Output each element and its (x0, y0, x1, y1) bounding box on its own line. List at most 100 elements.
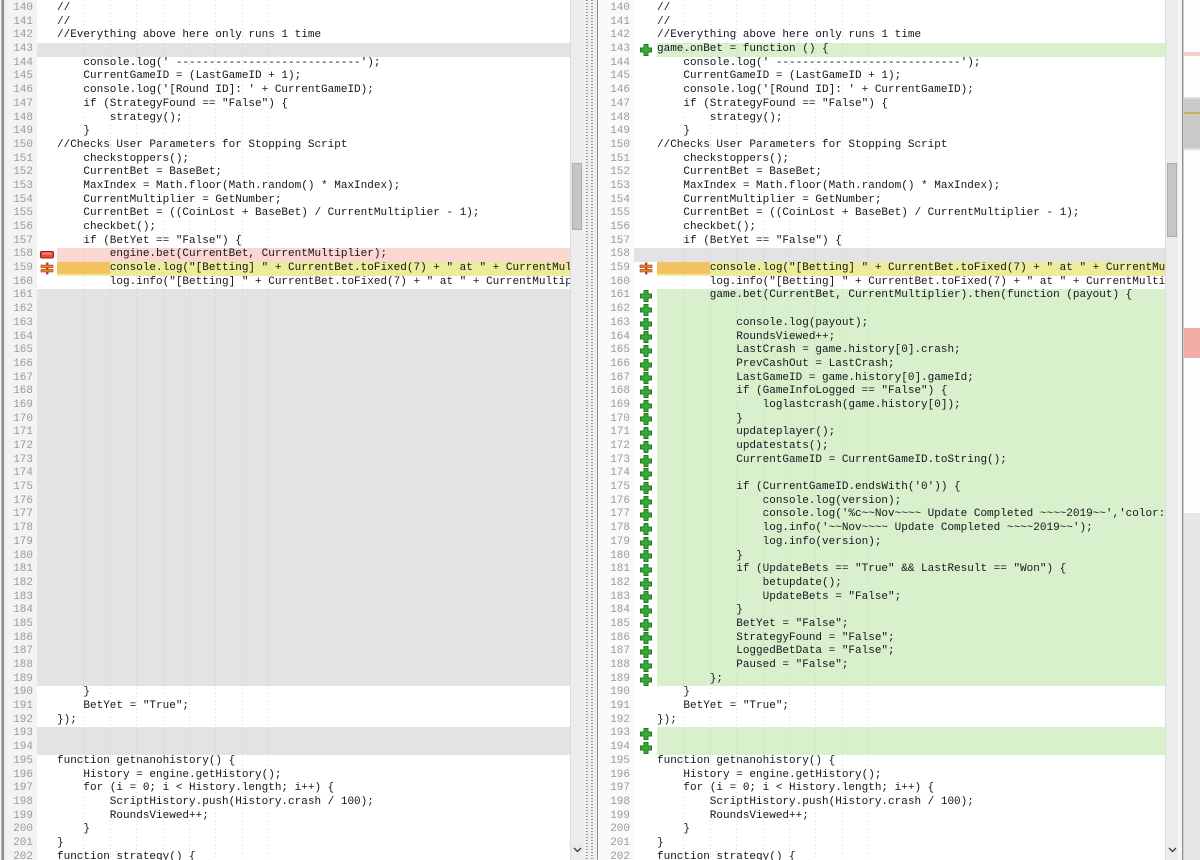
right-vertical-scrollbar[interactable] (1165, 0, 1178, 860)
code-line[interactable]: engine.bet(CurrentBet, CurrentMultiplier… (57, 248, 570, 262)
code-line[interactable]: //Everything above here only runs 1 time (657, 29, 1165, 43)
code-line[interactable] (57, 317, 570, 331)
code-line[interactable] (657, 741, 1165, 755)
code-line[interactable]: if (BetYet == "False") { (57, 235, 570, 249)
code-line[interactable] (57, 508, 570, 522)
code-line[interactable]: if (StrategyFound == "False") { (657, 98, 1165, 112)
code-line[interactable]: if (UpdateBets == "True" && LastResult =… (657, 563, 1165, 577)
code-line[interactable] (57, 727, 570, 741)
code-line[interactable]: console.log(version); (657, 495, 1165, 509)
code-line[interactable]: updatestats(); (657, 440, 1165, 454)
code-line[interactable]: game.onBet = function () { (657, 43, 1165, 57)
code-line[interactable]: MaxIndex = Math.floor(Math.random() * Ma… (657, 180, 1165, 194)
code-line[interactable] (57, 467, 570, 481)
code-line[interactable]: log.info("[Betting] " + CurrentBet.toFix… (657, 276, 1165, 290)
overview-removed-marker[interactable] (1184, 328, 1200, 358)
code-line[interactable]: } (57, 125, 570, 139)
code-line[interactable] (57, 481, 570, 495)
code-line[interactable]: History = engine.getHistory(); (57, 769, 570, 783)
code-line[interactable]: function getnanohistory() { (657, 755, 1165, 769)
code-line[interactable] (57, 604, 570, 618)
right-scrollbar-thumb[interactable] (1167, 163, 1177, 237)
right-code-area[interactable]: //////Everything above here only runs 1 … (657, 0, 1165, 860)
code-line[interactable]: LastGameID = game.history[0].gameId; (657, 372, 1165, 386)
scroll-down-arrow-icon[interactable] (1168, 845, 1177, 857)
code-line[interactable]: //Checks User Parameters for Stopping Sc… (657, 139, 1165, 153)
code-line[interactable] (57, 413, 570, 427)
diff-overview-bar[interactable] (1183, 0, 1200, 860)
code-line[interactable]: BetYet = "True"; (657, 700, 1165, 714)
overview-track[interactable] (1184, 0, 1200, 513)
code-line[interactable]: CurrentGameID = (LastGameID + 1); (57, 70, 570, 84)
code-line[interactable]: console.log(payout); (657, 317, 1165, 331)
code-line[interactable] (57, 618, 570, 632)
code-line[interactable] (57, 659, 570, 673)
code-line[interactable]: BetYet = "True"; (57, 700, 570, 714)
code-line[interactable]: CurrentMultiplier = GetNumber; (657, 194, 1165, 208)
code-line[interactable]: CurrentBet = ((CoinLost + BaseBet) / Cur… (57, 207, 570, 221)
code-line[interactable]: RoundsViewed++; (57, 810, 570, 824)
code-line[interactable]: ScriptHistory.push(History.crash / 100); (57, 796, 570, 810)
code-line[interactable] (57, 372, 570, 386)
code-line[interactable]: } (657, 686, 1165, 700)
left-vertical-scrollbar[interactable] (570, 0, 583, 860)
code-line[interactable]: loglastcrash(game.history[0]); (657, 399, 1165, 413)
code-line[interactable]: console.log('[Round ID]: ' + CurrentGame… (657, 84, 1165, 98)
code-line[interactable]: CurrentBet = ((CoinLost + BaseBet) / Cur… (657, 207, 1165, 221)
overview-viewport-marker[interactable] (1184, 97, 1200, 150)
code-line[interactable]: log.info("[Betting] " + CurrentBet.toFix… (57, 276, 570, 290)
code-line[interactable] (57, 741, 570, 755)
code-line[interactable] (57, 591, 570, 605)
code-line[interactable]: CurrentGameID = (LastGameID + 1); (657, 70, 1165, 84)
code-line[interactable]: console.log('[Round ID]: ' + CurrentGame… (57, 84, 570, 98)
code-line[interactable] (57, 522, 570, 536)
code-line[interactable]: console.log(' --------------------------… (657, 57, 1165, 71)
code-line[interactable] (57, 632, 570, 646)
code-line[interactable]: checkstoppers(); (57, 153, 570, 167)
code-line[interactable]: History = engine.getHistory(); (657, 769, 1165, 783)
code-line[interactable]: if (CurrentGameID.endsWith('0')) { (657, 481, 1165, 495)
code-line[interactable]: console.log(' --------------------------… (57, 57, 570, 71)
code-line[interactable] (657, 727, 1165, 741)
code-line[interactable]: } (657, 837, 1165, 851)
code-line[interactable]: LastCrash = game.history[0].crash; (657, 344, 1165, 358)
code-line[interactable] (57, 673, 570, 687)
code-line[interactable]: StrategyFound = "False"; (657, 632, 1165, 646)
code-line[interactable]: } (657, 823, 1165, 837)
scroll-down-arrow-icon[interactable] (573, 845, 582, 857)
code-line[interactable]: log.info('~~Nov~~~~ Update Completed ~~~… (657, 522, 1165, 536)
panel-splitter[interactable] (583, 0, 597, 860)
code-line[interactable]: betupdate(); (657, 577, 1165, 591)
left-scrollbar-thumb[interactable] (572, 163, 582, 230)
code-line[interactable] (57, 303, 570, 317)
code-line[interactable]: for (i = 0; i < History.length; i++) { (657, 782, 1165, 796)
code-line[interactable] (57, 399, 570, 413)
code-line[interactable]: } (657, 604, 1165, 618)
overview-changed-marker[interactable] (1184, 52, 1200, 56)
code-line[interactable]: strategy(); (57, 112, 570, 126)
code-line[interactable]: RoundsViewed++; (657, 810, 1165, 824)
code-line[interactable] (57, 358, 570, 372)
left-diff-panel[interactable]: 1401411421431441451461471481491501511521… (0, 0, 583, 860)
code-line[interactable] (57, 577, 570, 591)
code-line[interactable] (57, 43, 570, 57)
code-line[interactable]: if (StrategyFound == "False") { (57, 98, 570, 112)
code-line[interactable]: Paused = "False"; (657, 659, 1165, 673)
code-line[interactable] (57, 536, 570, 550)
code-line[interactable]: CurrentMultiplier = GetNumber; (57, 194, 570, 208)
code-line[interactable] (57, 645, 570, 659)
code-line[interactable] (657, 248, 1165, 262)
code-line[interactable]: updateplayer(); (657, 426, 1165, 440)
code-line[interactable]: game.bet(CurrentBet, CurrentMultiplier).… (657, 289, 1165, 303)
code-line[interactable] (57, 344, 570, 358)
code-line[interactable]: } (657, 550, 1165, 564)
code-line[interactable]: UpdateBets = "False"; (657, 591, 1165, 605)
code-line[interactable]: // (657, 16, 1165, 30)
code-line[interactable]: CurrentBet = BaseBet; (57, 166, 570, 180)
code-line[interactable]: //Everything above here only runs 1 time (57, 29, 570, 43)
code-line[interactable]: LoggedBetData = "False"; (657, 645, 1165, 659)
code-line[interactable]: if (BetYet == "False") { (657, 235, 1165, 249)
code-line[interactable]: checkstoppers(); (657, 153, 1165, 167)
code-line[interactable] (57, 563, 570, 577)
code-line[interactable]: checkbet(); (57, 221, 570, 235)
